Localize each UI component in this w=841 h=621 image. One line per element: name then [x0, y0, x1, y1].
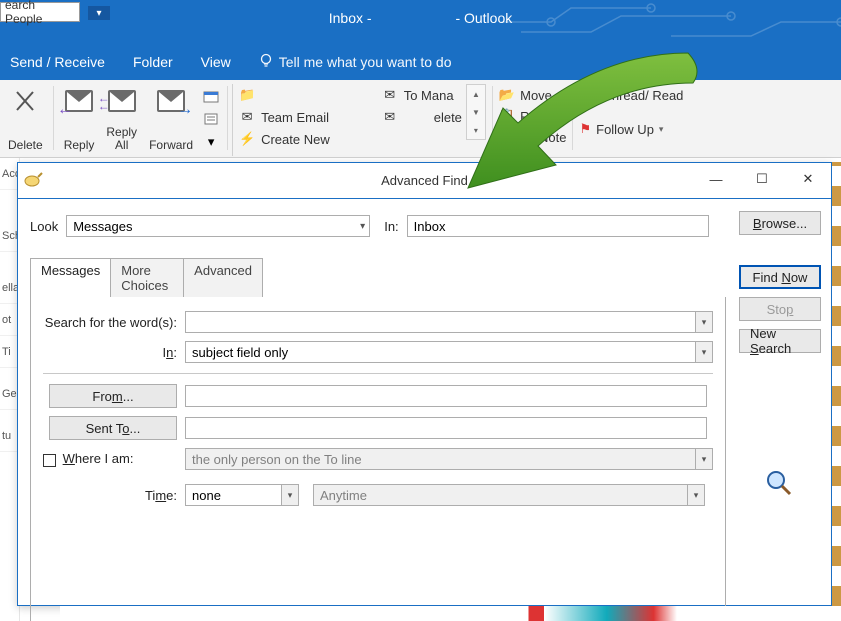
folder-move-icon: 📂: [499, 87, 515, 103]
quick-steps-group: 📁 ✉Team Email ⚡Create New ✉To Mana ✉elet…: [232, 84, 486, 156]
flag-icon: ⚑: [579, 121, 591, 137]
time-label: Time:: [43, 488, 177, 503]
time-range-caret: ▾: [687, 484, 705, 506]
sent-to-button[interactable]: Sent To...: [49, 416, 177, 440]
forward-button[interactable]: → Forward: [143, 84, 199, 154]
from-input[interactable]: [185, 385, 707, 407]
titlebar: earch People ▾ Inbox - - Outlook: [0, 0, 841, 44]
find-dialog-icon: [24, 171, 44, 192]
from-button[interactable]: From...: [49, 384, 177, 408]
to-manager-button[interactable]: ✉To Mana: [382, 86, 462, 104]
where-i-am-caret: ▾: [695, 448, 713, 470]
menubar: Send / Receive Folder View Tell me what …: [0, 44, 841, 80]
where-i-am-dropdown: the only person on the To line: [185, 448, 707, 470]
tab-more-choices[interactable]: More Choices: [110, 258, 184, 297]
ribbon: Delete ← Reply ←← Reply All → Forward ▾ …: [0, 80, 841, 158]
rules-icon: 📋: [499, 108, 515, 124]
forward-label: Forward: [149, 139, 193, 152]
advanced-find-dialog: Advanced Find — ☐ ✕ Look Messages▾ In: I…: [17, 162, 832, 606]
follow-up-button[interactable]: ⚑Follow Up▾: [579, 120, 683, 138]
lightbulb-icon: [259, 53, 273, 72]
menu-send-receive[interactable]: Send / Receive: [10, 54, 105, 70]
tab-messages[interactable]: Messages: [30, 258, 111, 297]
new-search-button[interactable]: New Search: [739, 329, 821, 353]
reply-delete-button[interactable]: ✉elete: [382, 108, 462, 126]
tags-group: Unread/ Read ⚑Follow Up▾: [579, 84, 683, 138]
team-email-button[interactable]: ✉Team Email: [239, 108, 330, 126]
mail-reply-icon: ✉: [382, 110, 398, 124]
quick-steps-more[interactable]: ▲▼▾: [466, 84, 486, 140]
close-button[interactable]: ✕: [785, 163, 831, 195]
menu-folder[interactable]: Folder: [133, 54, 173, 70]
search-in-dropdown[interactable]: subject field only: [185, 341, 707, 363]
content-peek-bottom: [60, 606, 841, 621]
dialog-title: Advanced Find: [381, 173, 468, 188]
create-new-button[interactable]: ⚡Create New: [239, 130, 330, 148]
unread-read-button[interactable]: Unread/ Read: [579, 86, 683, 104]
look-label: Look: [30, 219, 58, 234]
maximize-button[interactable]: ☐: [739, 163, 785, 195]
onenote-icon: N: [499, 131, 510, 143]
search-words-label: Search for the word(s):: [43, 315, 177, 330]
stop-button[interactable]: Stop: [739, 297, 821, 321]
delete-button[interactable]: Delete: [2, 84, 49, 154]
delete-label: Delete: [8, 139, 43, 152]
mail-check-icon: ✉: [382, 88, 398, 102]
search-in-caret[interactable]: ▾: [695, 341, 713, 363]
time-range-dropdown: Anytime: [313, 484, 705, 506]
content-peek-right: [832, 162, 841, 606]
move-group: 📂Move▾ 📋Rules▾ NOneNote: [499, 84, 567, 146]
dropdown-icon[interactable]: ▾: [201, 132, 221, 152]
more-respond-icon[interactable]: [201, 109, 221, 129]
envelope-icon: [579, 89, 597, 101]
onenote-button[interactable]: NOneNote: [499, 128, 567, 146]
window-title: Inbox - - Outlook: [0, 10, 841, 26]
where-i-am-label: Where I am:: [63, 451, 134, 466]
rules-button[interactable]: 📋Rules▾: [499, 107, 567, 125]
sent-to-input[interactable]: [185, 417, 707, 439]
tabs: Messages More Choices Advanced: [30, 257, 262, 297]
time-caret[interactable]: ▾: [281, 484, 299, 506]
magnifier-icon: [765, 469, 793, 502]
forward-icon: →: [157, 86, 185, 116]
tell-me-label: Tell me what you want to do: [279, 54, 452, 70]
lightning-icon: ⚡: [239, 132, 255, 146]
menu-view[interactable]: View: [201, 54, 231, 70]
meeting-icon[interactable]: [201, 86, 221, 106]
tab-advanced[interactable]: Advanced: [183, 258, 263, 297]
find-now-button[interactable]: Find Now: [739, 265, 821, 289]
dialog-titlebar: Advanced Find — ☐ ✕: [18, 163, 831, 199]
title-inbox: Inbox -: [329, 10, 372, 26]
messages-panel: Search for the word(s): ▾ In: subject fi…: [30, 297, 726, 621]
reply-all-label: Reply All: [106, 126, 137, 152]
search-in-label: In:: [43, 345, 177, 360]
mail-arrow-icon: ✉: [239, 110, 255, 124]
search-words-dropdown[interactable]: ▾: [695, 311, 713, 333]
where-i-am-checkbox[interactable]: [43, 454, 56, 467]
reply-icon: ←: [65, 86, 93, 116]
minimize-button[interactable]: —: [693, 163, 739, 195]
ribbon-small-buttons: ▾: [199, 84, 223, 154]
search-words-input[interactable]: [185, 311, 707, 333]
in-label: In:: [384, 219, 398, 234]
title-outlook: - Outlook: [455, 10, 512, 26]
reply-label: Reply: [64, 139, 95, 152]
move-button[interactable]: 📂Move▾: [499, 86, 567, 104]
reply-all-button[interactable]: ←← Reply All: [100, 84, 143, 154]
look-dropdown[interactable]: Messages▾: [66, 215, 370, 237]
in-folder-field[interactable]: Inbox: [407, 215, 709, 237]
tell-me-search[interactable]: Tell me what you want to do: [259, 53, 452, 72]
browse-button[interactable]: Browse...: [739, 211, 821, 235]
folder-icon: 📁: [239, 88, 255, 102]
reply-button[interactable]: ← Reply: [58, 84, 101, 154]
delete-icon: [13, 86, 37, 116]
reply-all-icon: ←←: [108, 86, 136, 116]
